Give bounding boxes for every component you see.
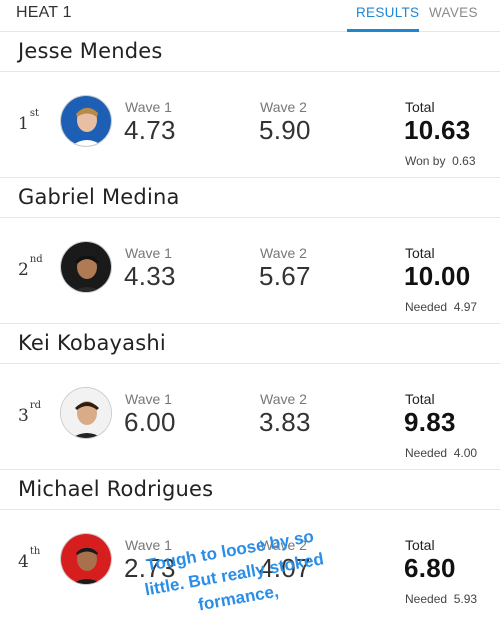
placing: 3rd	[18, 400, 42, 426]
heat-header: HEAT 1 RESULTS WAVES	[0, 0, 500, 32]
wave-1-score: 6.00	[124, 407, 176, 437]
avatar[interactable]	[60, 241, 112, 293]
surfer-name: Kei Kobayashi	[18, 331, 166, 355]
tab-results[interactable]: RESULTS	[356, 5, 419, 20]
total-score: 9.83	[404, 407, 456, 437]
wave-1-score: 4.33	[124, 261, 176, 291]
tab-waves[interactable]: WAVES	[429, 5, 478, 20]
surfer-name: Jesse Mendes	[18, 39, 163, 63]
heat-title: HEAT 1	[16, 4, 72, 21]
total-label: Total	[405, 99, 435, 115]
score-difference: Won by 0.63	[405, 154, 476, 168]
score-difference: Needed 4.00	[405, 446, 478, 460]
avatar[interactable]	[60, 387, 112, 439]
total-score: 10.63	[404, 115, 471, 145]
surfer-result-2[interactable]: Gabriel Medina 2nd Wave 1 4.33 Wave 2 5.…	[0, 178, 500, 324]
total-score: 10.00	[404, 261, 471, 291]
surfer-result-1[interactable]: Jesse Mendes 1st Wave 1 4.73 Wave 2 5.90…	[0, 32, 500, 178]
wave-2-score: 5.67	[259, 261, 311, 291]
surfer-name-row: Jesse Mendes	[0, 32, 500, 72]
surfer-name-row: Kei Kobayashi	[0, 324, 500, 364]
wave-2-label: Wave 2	[260, 245, 307, 261]
wave-2-label: Wave 2	[260, 99, 307, 115]
score-row: 1st Wave 1 4.73 Wave 2 5.90 Total 10.63 …	[0, 72, 500, 178]
score-difference: Needed 4.97	[405, 300, 478, 314]
surfer-name: Gabriel Medina	[18, 185, 180, 209]
score-row: 3rd Wave 1 6.00 Wave 2 3.83 Total 9.83 N…	[0, 364, 500, 470]
total-label: Total	[405, 245, 435, 261]
placing: 4th	[18, 546, 41, 572]
wave-2-score: 3.83	[259, 407, 311, 437]
surfer-name: Michael Rodrigues	[18, 477, 214, 501]
wave-1-score: 4.73	[124, 115, 176, 145]
surfer-name-row: Michael Rodrigues	[0, 470, 500, 510]
total-label: Total	[405, 391, 435, 407]
wave-1-label: Wave 1	[125, 245, 172, 261]
score-difference: Needed 5.93	[405, 592, 478, 606]
surfer-name-row: Gabriel Medina	[0, 178, 500, 218]
surfer-result-3[interactable]: Kei Kobayashi 3rd Wave 1 6.00 Wave 2 3.8…	[0, 324, 500, 470]
wave-1-label: Wave 1	[125, 391, 172, 407]
wave-2-label: Wave 2	[260, 391, 307, 407]
avatar[interactable]	[60, 95, 112, 147]
placing: 2nd	[18, 254, 43, 280]
wave-1-label: Wave 1	[125, 99, 172, 115]
total-score: 6.80	[404, 553, 456, 583]
score-row: 2nd Wave 1 4.33 Wave 2 5.67 Total 10.00 …	[0, 218, 500, 324]
placing: 1st	[18, 108, 39, 134]
wave-2-score: 5.90	[259, 115, 311, 145]
total-label: Total	[405, 537, 435, 553]
